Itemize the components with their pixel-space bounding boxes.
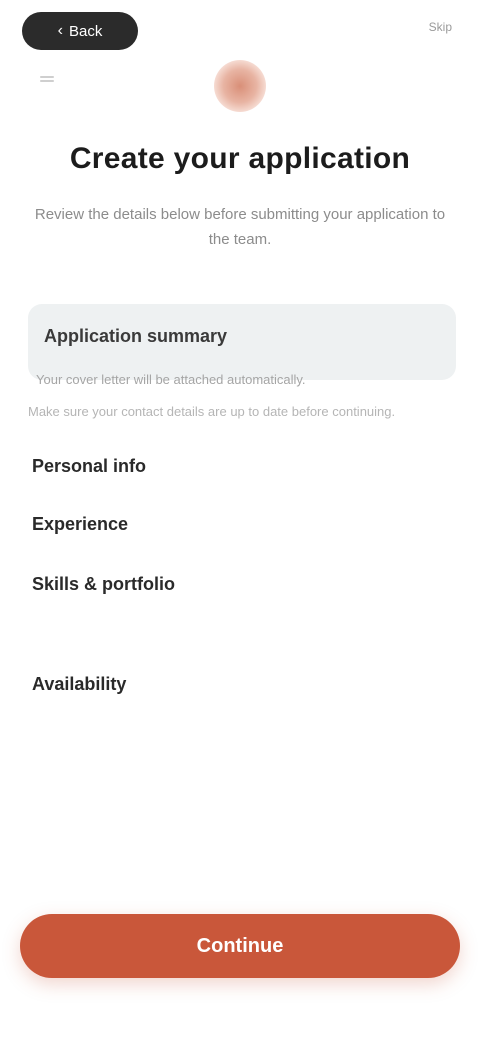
chevron-left-icon: ‹: [57, 22, 63, 39]
detail-item-availability[interactable]: Availability: [32, 674, 126, 695]
menu-icon[interactable]: [40, 74, 54, 84]
summary-card[interactable]: Application summary: [28, 304, 456, 380]
summary-card-title: Application summary: [44, 326, 228, 346]
continue-button[interactable]: Continue: [20, 914, 460, 978]
page-title: Create your application: [69, 142, 411, 175]
back-button[interactable]: ‹ Back: [22, 12, 138, 50]
skip-link[interactable]: Skip: [380, 20, 452, 36]
cover-letter-note: Your cover letter will be attached autom…: [36, 372, 306, 387]
back-label: Back: [68, 22, 103, 40]
contact-note: Make sure your contact details are up to…: [28, 404, 396, 419]
detail-item-personal[interactable]: Personal info: [32, 456, 146, 477]
detail-item-skills[interactable]: Skills & portfolio: [32, 574, 175, 595]
page-subtitle: Review the details below before submitti…: [34, 206, 446, 248]
app-logo: [214, 60, 266, 112]
detail-item-experience[interactable]: Experience: [32, 514, 128, 535]
